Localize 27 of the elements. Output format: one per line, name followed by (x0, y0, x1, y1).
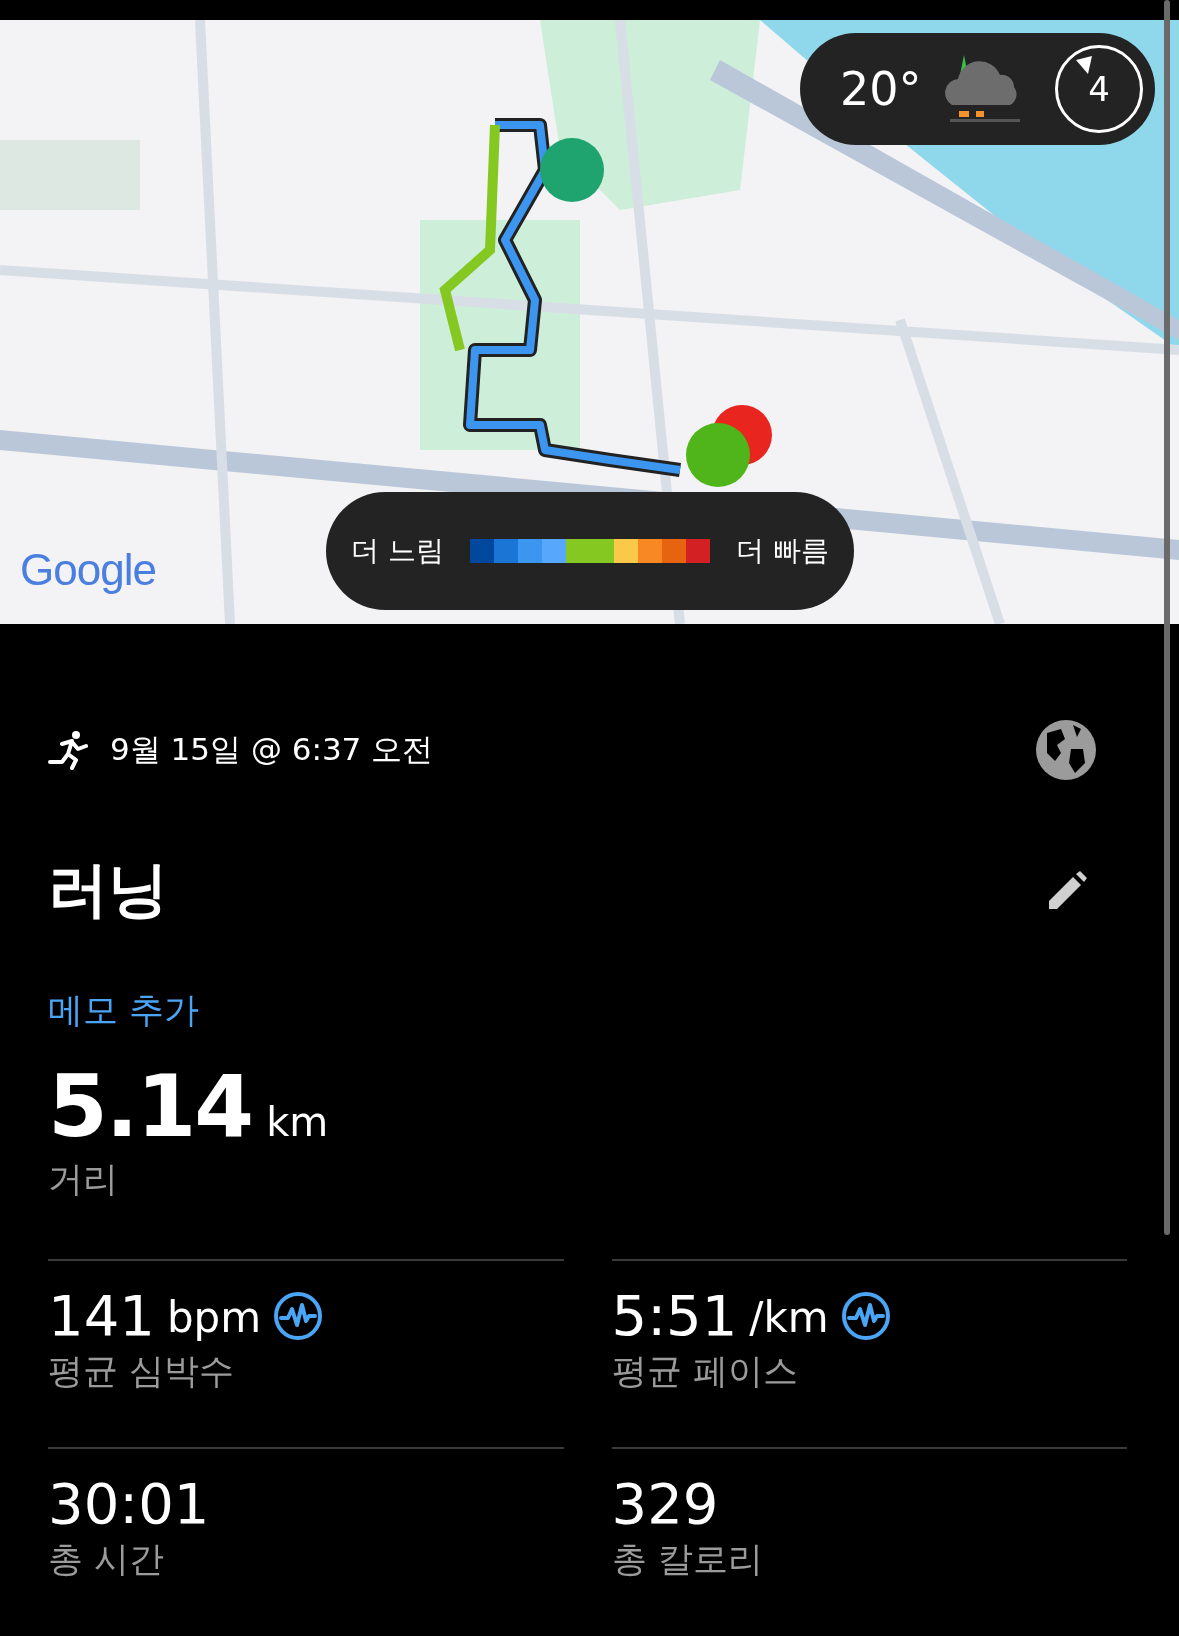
stat-value: 30:01 (48, 1471, 210, 1536)
distance-value: 5.14 (48, 1056, 253, 1156)
pulse-chart-icon[interactable] (840, 1290, 891, 1341)
stat-label: 총 시간 (48, 1538, 166, 1581)
stat-value: 141 (48, 1283, 155, 1348)
globe-icon[interactable] (1035, 719, 1097, 781)
distance-label: 거리 (48, 1158, 119, 1201)
stat-unit: /km (749, 1293, 829, 1344)
distance-unit: km (266, 1099, 329, 1145)
pencil-icon[interactable] (1047, 870, 1087, 911)
stat-value: 329 (611, 1471, 719, 1536)
stat-label: 평균 페이스 (611, 1350, 799, 1393)
stat-label: 평균 심박수 (48, 1350, 236, 1393)
stat-unit: bpm (166, 1293, 262, 1344)
activity-datetime: 9월 15일 @ 6:37 오전 (110, 730, 434, 769)
add-memo-link[interactable]: 메모 추가 (48, 987, 200, 1034)
stat-label: 총 칼로리 (611, 1538, 764, 1581)
stat-value: 5:51 (611, 1283, 738, 1348)
wind-speed: 4 (1088, 69, 1110, 109)
slow-label: 더 느림 (351, 533, 444, 569)
pulse-chart-icon[interactable] (273, 1290, 324, 1341)
direction-pointer-icon (1076, 56, 1092, 74)
activity-title: 러닝 (48, 853, 168, 926)
running-person-icon (48, 730, 88, 770)
temperature: 20° (840, 62, 922, 116)
map-attribution: Google (20, 545, 156, 595)
fast-label: 더 빠름 (736, 533, 829, 569)
